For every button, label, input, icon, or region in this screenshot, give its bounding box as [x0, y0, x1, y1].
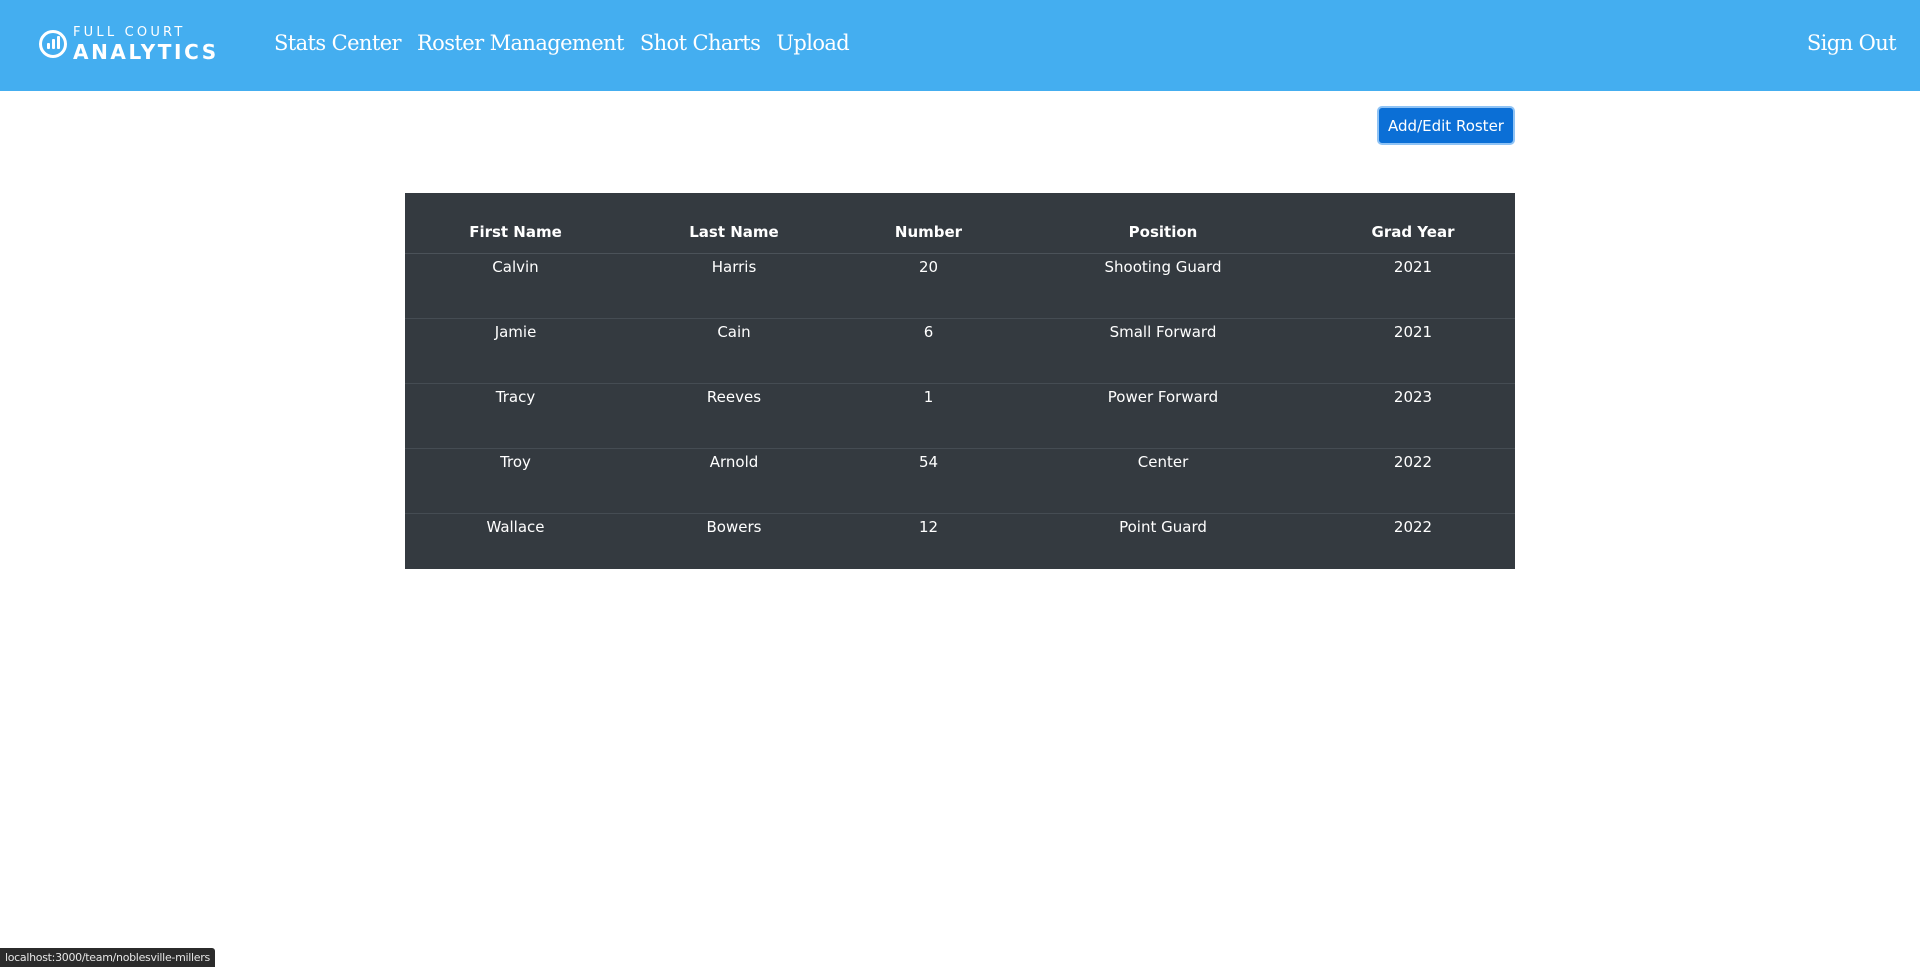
- table-row: Tracy Reeves 1 Power Forward 2023: [405, 383, 1515, 449]
- cell-grad-year: 2022: [1311, 448, 1515, 514]
- cell-position: Shooting Guard: [1015, 253, 1311, 319]
- header-first-name: First Name: [405, 223, 626, 254]
- cell-last-name: Reeves: [626, 383, 842, 449]
- nav-roster-management[interactable]: Roster Management: [417, 31, 624, 55]
- cell-first-name: Tracy: [405, 383, 626, 449]
- top-navbar: FULL COURT ANALYTICS Stats Center Roster…: [0, 0, 1920, 91]
- browser-status-url: localhost:3000/team/noblesville-millers: [0, 948, 215, 967]
- roster-table-container: First Name Last Name Number Position Gra…: [405, 193, 1515, 569]
- cell-number: 20: [842, 253, 1015, 319]
- table-row: Wallace Bowers 12 Point Guard 2022: [405, 514, 1515, 579]
- cell-grad-year: 2021: [1311, 253, 1515, 319]
- sign-out-link[interactable]: Sign Out: [1807, 31, 1897, 55]
- nav-upload[interactable]: Upload: [776, 31, 849, 55]
- cell-last-name: Cain: [626, 318, 842, 384]
- cell-first-name: Troy: [405, 448, 626, 514]
- header-number: Number: [842, 223, 1015, 254]
- cell-last-name: Bowers: [706, 518, 762, 536]
- header-last-name: Last Name: [626, 223, 842, 254]
- cell-first-name: Wallace: [486, 518, 545, 536]
- cell-number: 6: [842, 318, 1015, 384]
- cell-last-name: Arnold: [626, 448, 842, 514]
- nav-links: Stats Center Roster Management Shot Char…: [274, 31, 865, 55]
- cell-number: 12: [918, 518, 939, 536]
- table-header-row: First Name Last Name Number Position Gra…: [405, 223, 1515, 254]
- brand-logo[interactable]: FULL COURT ANALYTICS: [39, 26, 219, 62]
- table-row: Calvin Harris 20 Shooting Guard 2021: [405, 253, 1515, 319]
- cell-position: Power Forward: [1015, 383, 1311, 449]
- nav-shot-charts[interactable]: Shot Charts: [640, 31, 761, 55]
- brand-line2: ANALYTICS: [73, 40, 219, 64]
- bar-chart-icon: [39, 30, 67, 58]
- nav-stats-center[interactable]: Stats Center: [274, 31, 402, 55]
- cell-position: Point Guard: [1119, 518, 1207, 536]
- cell-position: Center: [1015, 448, 1311, 514]
- header-position: Position: [1015, 223, 1311, 254]
- header-grad-year: Grad Year: [1311, 223, 1515, 254]
- cell-grad-year: 2023: [1311, 383, 1515, 449]
- add-edit-roster-button[interactable]: Add/Edit Roster: [1377, 106, 1515, 145]
- brand-wordmark: FULL COURT ANALYTICS: [73, 26, 219, 62]
- cell-position: Small Forward: [1015, 318, 1311, 384]
- cell-number: 54: [842, 448, 1015, 514]
- table-row: Troy Arnold 54 Center 2022: [405, 448, 1515, 514]
- cell-first-name: Jamie: [405, 318, 626, 384]
- roster-table: First Name Last Name Number Position Gra…: [405, 223, 1515, 578]
- cell-number: 1: [842, 383, 1015, 449]
- cell-last-name: Harris: [626, 253, 842, 319]
- cell-grad-year: 2021: [1311, 318, 1515, 384]
- table-row: Jamie Cain 6 Small Forward 2021: [405, 318, 1515, 384]
- cell-first-name: Calvin: [405, 253, 626, 319]
- cell-grad-year: 2022: [1393, 518, 1433, 536]
- brand-line1: FULL COURT: [73, 25, 186, 40]
